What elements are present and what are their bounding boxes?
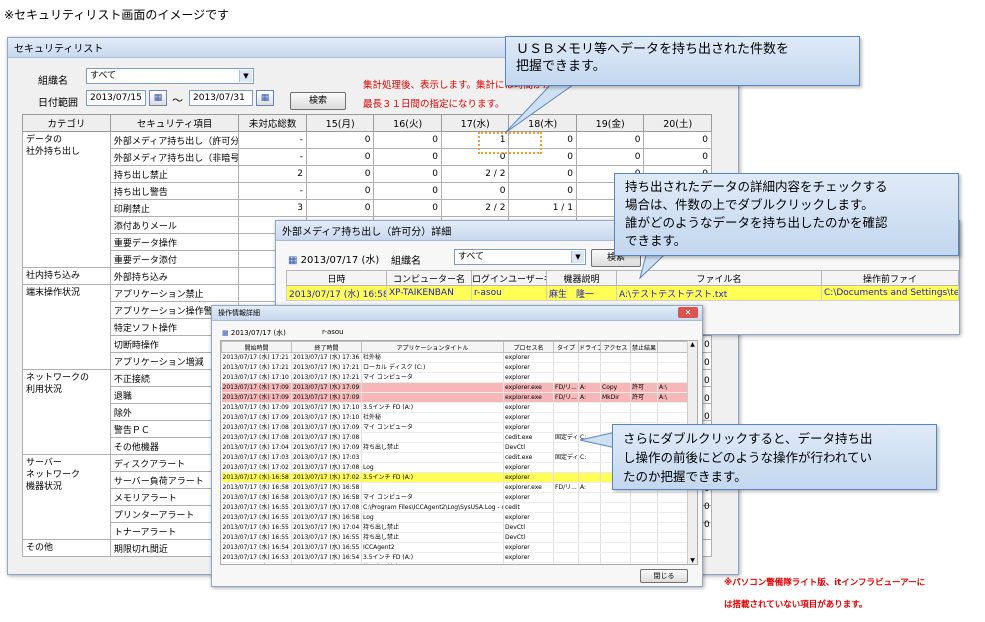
footnote-2: は搭載されていない項目があります。: [724, 600, 868, 610]
callout-3: さらにダブルクリックすると、データ持ち出 し操作の前後にどのような操作が行われて…: [612, 424, 937, 490]
callout-1-pointer: [504, 79, 582, 134]
footnote-1: ※パソコン警備隊ライト版、itインフラビューアーに: [724, 578, 926, 588]
callout-1: ＵＳＢメモリ等へデータを持ち出された件数を 把握できます。: [505, 36, 860, 86]
callout-pointers: [504, 79, 682, 451]
callout-2: 持ち出されたデータの詳細内容をチェックする 場合は、件数の上でダブルクリックしま…: [614, 173, 959, 256]
